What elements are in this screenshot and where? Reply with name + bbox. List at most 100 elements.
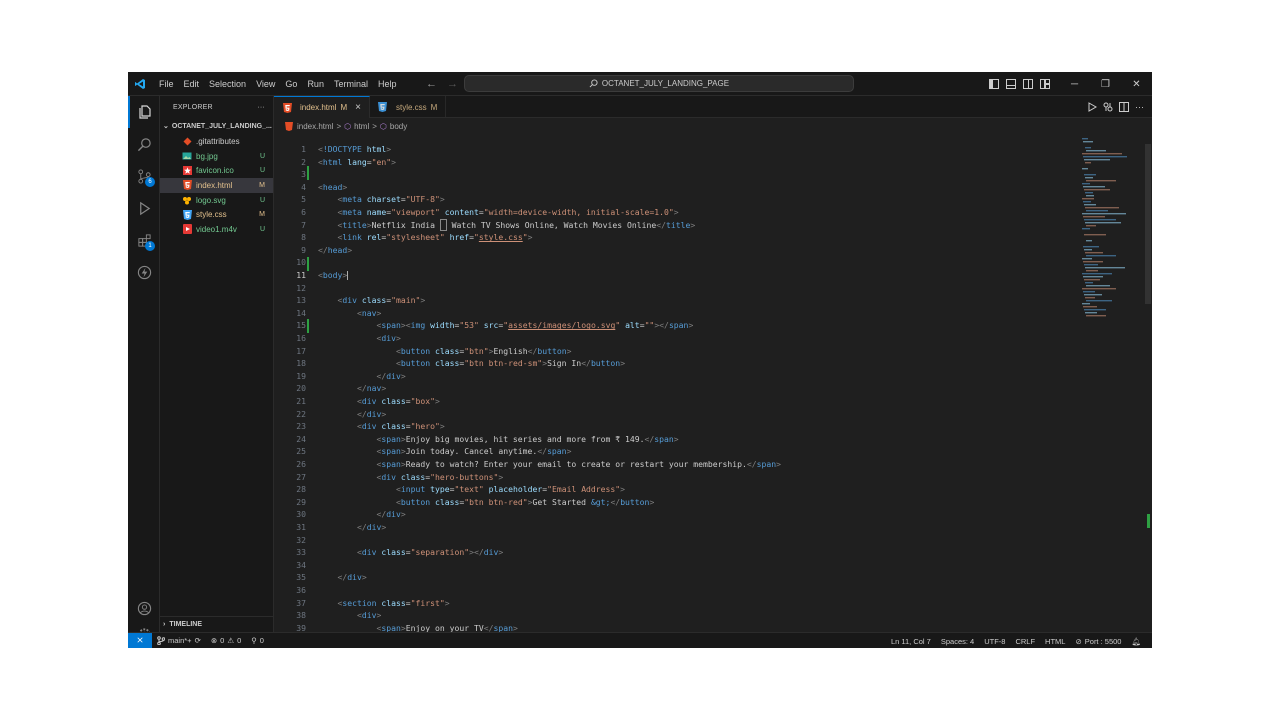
breadcrumb-file[interactable]: index.html: [297, 122, 333, 131]
menu-help[interactable]: Help: [373, 72, 402, 96]
toggle-panel-icon[interactable]: [1002, 72, 1019, 96]
code-line: <body>: [318, 270, 349, 280]
minimap-line: [1085, 147, 1091, 149]
code-line: </div>: [356, 522, 387, 532]
file-item[interactable]: video1.m4v U: [160, 222, 273, 237]
indentation[interactable]: Spaces: 4: [936, 637, 979, 646]
file-item[interactable]: logo.svg U: [160, 193, 273, 208]
search-sidebar-icon[interactable]: [128, 128, 160, 160]
command-center-search[interactable]: OCTANET_JULY_LANDING_PAGE: [464, 75, 854, 92]
sync-icon[interactable]: ⟳: [195, 636, 201, 645]
text-cursor: [347, 271, 349, 280]
remote-indicator-icon[interactable]: ⨯: [128, 632, 152, 648]
problems-indicator[interactable]: ⊗ 0 ⚠ 0: [206, 636, 246, 645]
line-number: 34: [296, 559, 306, 570]
minimap-line: [1084, 234, 1106, 236]
branch-indicator[interactable]: main*+ ⟳: [152, 636, 206, 645]
minimap-line: [1082, 228, 1090, 230]
file-item[interactable]: .gitattributes: [160, 134, 273, 149]
notifications-bell-icon[interactable]: 🔔︎: [1126, 637, 1146, 646]
file-item[interactable]: index.html M: [160, 178, 273, 193]
minimap-line: [1086, 315, 1106, 317]
menu-go[interactable]: Go: [280, 72, 302, 96]
minimap-line: [1084, 294, 1102, 296]
vertical-scrollbar[interactable]: [1144, 134, 1152, 632]
explorer-icon[interactable]: [128, 96, 160, 128]
minimap-line: [1084, 219, 1116, 221]
minimap[interactable]: [1076, 134, 1140, 632]
scroll-thumb[interactable]: [1145, 144, 1151, 304]
file-name: video1.m4v: [196, 224, 237, 234]
extensions-icon[interactable]: 1: [128, 224, 160, 256]
minimap-line: [1082, 138, 1088, 140]
breadcrumb-body[interactable]: body: [390, 122, 407, 131]
code-line: <nav>: [356, 307, 382, 318]
git-modified-marker: [307, 319, 309, 333]
line-number: 11: [296, 270, 306, 280]
file-item[interactable]: bg.jpg U: [160, 149, 273, 164]
customize-layout-icon[interactable]: [1036, 72, 1053, 96]
line-number: 36: [296, 585, 306, 595]
cursor-position[interactable]: Ln 11, Col 7: [886, 637, 936, 646]
compare-changes-icon[interactable]: [1103, 102, 1113, 112]
line-number: 39: [296, 622, 306, 632]
toggle-secondary-sidebar-icon[interactable]: [1019, 72, 1036, 96]
html-icon: [282, 102, 292, 113]
language-mode[interactable]: HTML: [1040, 637, 1070, 646]
timeline-section[interactable]: › TIMELINE: [160, 616, 274, 632]
file-item[interactable]: favicon.ico U: [160, 163, 273, 178]
menu-file[interactable]: File: [154, 72, 179, 96]
menu-view[interactable]: View: [251, 72, 280, 96]
menu-edit[interactable]: Edit: [179, 72, 205, 96]
breadcrumb-html[interactable]: html: [354, 122, 369, 131]
minimize-icon[interactable]: ─: [1059, 72, 1090, 96]
line-number: 22: [296, 408, 306, 419]
more-actions-icon[interactable]: ···: [257, 104, 265, 111]
run-file-icon[interactable]: [1087, 102, 1097, 112]
breadcrumb: index.html > ⬡ html > ⬡ body: [274, 118, 1152, 134]
file-item[interactable]: style.css M: [160, 207, 273, 222]
line-number: 23: [296, 421, 306, 432]
code-line: </div>: [376, 509, 406, 520]
line-number: 28: [296, 484, 306, 495]
restore-icon[interactable]: ❐: [1090, 72, 1121, 96]
forward-arrow-icon[interactable]: →: [447, 78, 458, 90]
toggle-primary-sidebar-icon[interactable]: [985, 72, 1002, 96]
extensions-badge: 1: [145, 241, 155, 251]
minimap-line: [1082, 153, 1122, 155]
minimap-line: [1082, 198, 1094, 200]
menu-run[interactable]: Run: [302, 72, 329, 96]
editor-more-icon[interactable]: ···: [1135, 102, 1144, 112]
code-line: <div class="separation"></div>: [356, 547, 504, 558]
close-window-icon[interactable]: ✕: [1121, 72, 1152, 96]
tab-index-html[interactable]: index.html M ×: [274, 96, 370, 118]
minimap-line: [1082, 213, 1126, 215]
minimap-line: [1085, 207, 1119, 209]
accounts-icon[interactable]: [128, 592, 160, 624]
menu-terminal[interactable]: Terminal: [329, 72, 373, 96]
css-icon: [378, 102, 388, 112]
tab-style-css[interactable]: style.css M: [370, 96, 447, 118]
encoding[interactable]: UTF-8: [979, 637, 1010, 646]
minimap-line: [1084, 279, 1100, 281]
run-debug-icon[interactable]: [128, 192, 160, 224]
remote-lightning-icon[interactable]: [128, 256, 160, 288]
back-arrow-icon[interactable]: ←: [426, 78, 437, 90]
close-tab-icon[interactable]: ×: [355, 102, 361, 113]
ports-indicator[interactable]: ⚲ 0: [246, 636, 269, 645]
split-editor-icon[interactable]: [1119, 102, 1129, 112]
minimap-line: [1086, 285, 1110, 287]
menu-selection[interactable]: Selection: [204, 72, 251, 96]
line-number: 38: [296, 610, 306, 621]
timeline-label: TIMELINE: [169, 621, 203, 628]
code-editor[interactable]: 1 2 3 4 5 6 7 8 9 10 11 12 13 14 15 16 17 18 19 20 21 22 23 24 2…: [274, 134, 1074, 632]
code-line: <div>: [376, 333, 401, 343]
line-number: 10: [296, 257, 306, 268]
line-number: 13: [296, 295, 306, 306]
workspace-folder[interactable]: ⌄ OCTANET_JULY_LANDING_...: [160, 118, 273, 134]
minimap-line: [1086, 240, 1092, 242]
port-icon: ⊘: [1075, 636, 1082, 646]
live-server-port[interactable]: ⊘ Port : 5500: [1070, 637, 1126, 646]
line-ending[interactable]: CRLF: [1010, 637, 1040, 646]
source-control-icon[interactable]: 6: [128, 160, 160, 192]
